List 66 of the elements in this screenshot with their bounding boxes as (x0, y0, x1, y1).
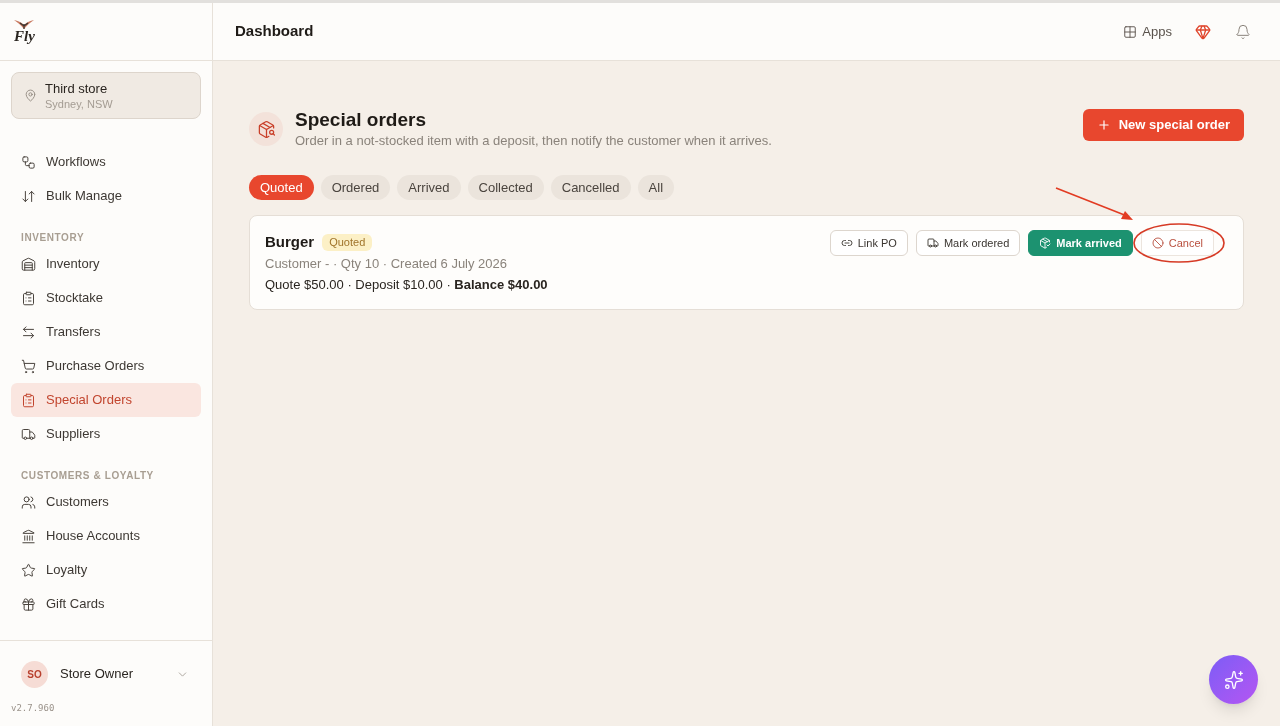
user-menu[interactable]: SO Store Owner (11, 660, 201, 688)
package-check-icon (1039, 237, 1052, 249)
nav-item[interactable]: Gift Cards (11, 587, 201, 621)
nav-item[interactable]: Suppliers (11, 417, 201, 451)
filter-tab[interactable]: Collected (467, 175, 544, 200)
truck-icon (926, 237, 939, 249)
user-name: Store Owner (60, 665, 134, 684)
nav-item[interactable]: Workflows (11, 145, 201, 179)
grid-icon (1123, 24, 1138, 39)
apps-button[interactable]: Apps (1123, 21, 1172, 42)
filter-tab[interactable]: Arrived (397, 175, 461, 200)
truck-icon (21, 426, 36, 442)
ban-icon (1151, 237, 1164, 249)
nav-item[interactable]: House Accounts (11, 519, 201, 553)
nav-item[interactable]: Special Orders (11, 383, 201, 417)
logo-wings-icon (14, 19, 34, 30)
nav-item[interactable]: Transfers (11, 315, 201, 349)
order-name: Burger (265, 231, 315, 252)
location-pin-icon (24, 89, 37, 102)
notifications-icon[interactable] (1235, 23, 1251, 40)
package-search-icon (249, 112, 283, 146)
action-button[interactable]: Link PO (829, 230, 908, 256)
workflow-icon (21, 154, 36, 170)
ai-assistant-button[interactable] (1209, 655, 1258, 704)
filter-tab[interactable]: Quoted (249, 175, 314, 200)
star-icon (21, 562, 36, 578)
users-icon (21, 494, 36, 510)
new-special-order-button[interactable]: New special order (1082, 109, 1244, 141)
section-label: INVENTORY (20, 230, 86, 245)
sparkles-icon (1223, 669, 1244, 690)
section-label: CUSTOMERS & LOYALTY (20, 468, 155, 483)
nav-item[interactable]: Bulk Manage (11, 179, 201, 213)
bank-icon (21, 528, 36, 544)
page-heading: Dashboard (235, 21, 314, 42)
page-subtitle: Order in a not-stocked item with a deposit, then notify the customer when it arrives. (295, 132, 772, 150)
version-label: v2.7.960 (11, 702, 56, 715)
user-avatar: SO (21, 660, 48, 688)
filter-tab[interactable]: Ordered (320, 175, 391, 200)
store-selector[interactable]: Third store Sydney, NSW (11, 72, 201, 119)
warehouse-icon (21, 256, 36, 272)
logo-text: Fly (14, 29, 35, 44)
action-button[interactable]: Cancel (1140, 230, 1214, 256)
nav-item[interactable]: Purchase Orders (11, 349, 201, 383)
nav-item[interactable]: Inventory (11, 247, 201, 281)
nav-item[interactable]: Loyalty (11, 553, 201, 587)
clipboard-icon (21, 392, 36, 408)
sort-icon (21, 188, 36, 204)
order-details: Customer - · Qty 10 · Created 6 July 2026 (265, 255, 509, 273)
store-name: Third store (45, 80, 109, 97)
nav-item[interactable]: Stocktake (11, 281, 201, 315)
gem-icon[interactable] (1195, 23, 1211, 40)
status-badge: Quoted (322, 233, 373, 251)
link-icon (840, 237, 853, 249)
filter-tab[interactable]: All (637, 175, 675, 200)
store-location: Sydney, NSW (45, 96, 113, 111)
cart-icon (21, 358, 36, 374)
gift-icon (21, 596, 36, 612)
action-button[interactable]: Mark arrived (1028, 230, 1133, 256)
action-button[interactable]: Mark ordered (915, 230, 1021, 256)
filter-tab[interactable]: Cancelled (550, 175, 631, 200)
arrows-icon (21, 324, 36, 340)
page-title: Special orders (295, 108, 427, 132)
nav-item[interactable]: Customers (11, 485, 201, 519)
clipboard-icon (21, 290, 36, 306)
order-amounts: Quote $50.00 · Deposit $10.00 · Balance $40.00 (265, 276, 548, 294)
plus-icon (1096, 118, 1111, 132)
